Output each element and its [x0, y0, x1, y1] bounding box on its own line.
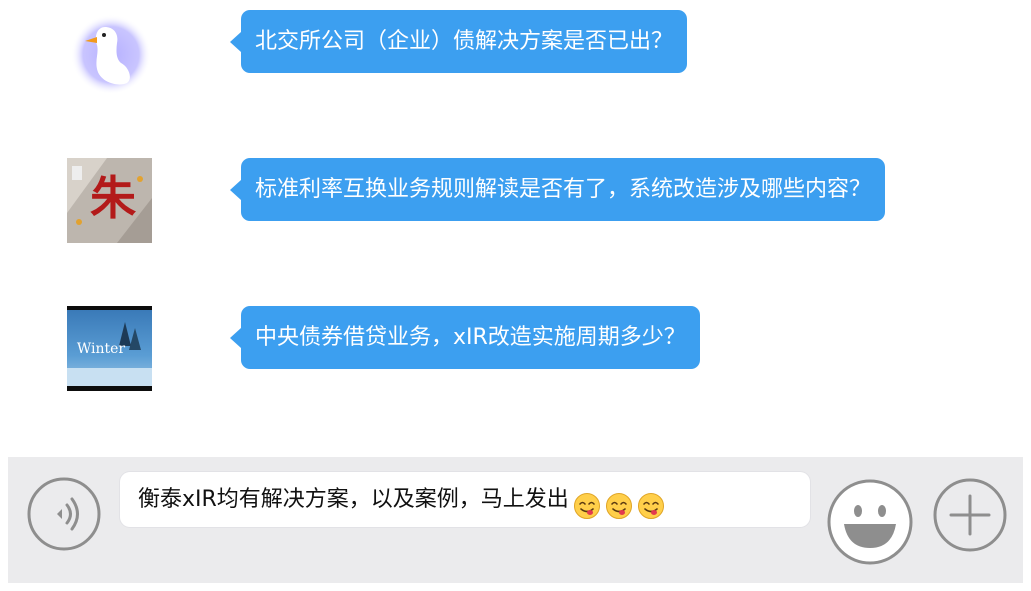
avatar-character: 朱 [90, 171, 137, 225]
zhu-character-avatar[interactable]: 朱 [67, 158, 152, 243]
message-bubble[interactable]: 中央债券借贷业务，xIR改造实施周期多少？ [230, 306, 700, 369]
avatar-caption: Winter [77, 341, 126, 357]
message-bubble[interactable]: 北交所公司（企业）债解决方案是否已出？ [229, 10, 688, 73]
plus-icon[interactable] [933, 478, 1007, 552]
message-bubble[interactable]: 标准利率互换业务规则解读是否有了，系统改造涉及哪些内容？ [229, 158, 886, 221]
message-input[interactable]: 衡泰xIR均有解决方案，以及案例，马上发出 [120, 472, 810, 527]
savoring-face-emoji [605, 486, 633, 519]
savoring-face-emoji [573, 486, 601, 519]
goose-avatar[interactable] [67, 9, 152, 94]
input-text: 衡泰xIR均有解决方案，以及案例，马上发出 [138, 487, 569, 512]
savoring-face-emoji [637, 486, 665, 519]
voice-icon[interactable] [27, 477, 101, 551]
winter-scene-avatar[interactable]: Winter [67, 306, 152, 391]
smiley-icon[interactable] [826, 478, 914, 566]
